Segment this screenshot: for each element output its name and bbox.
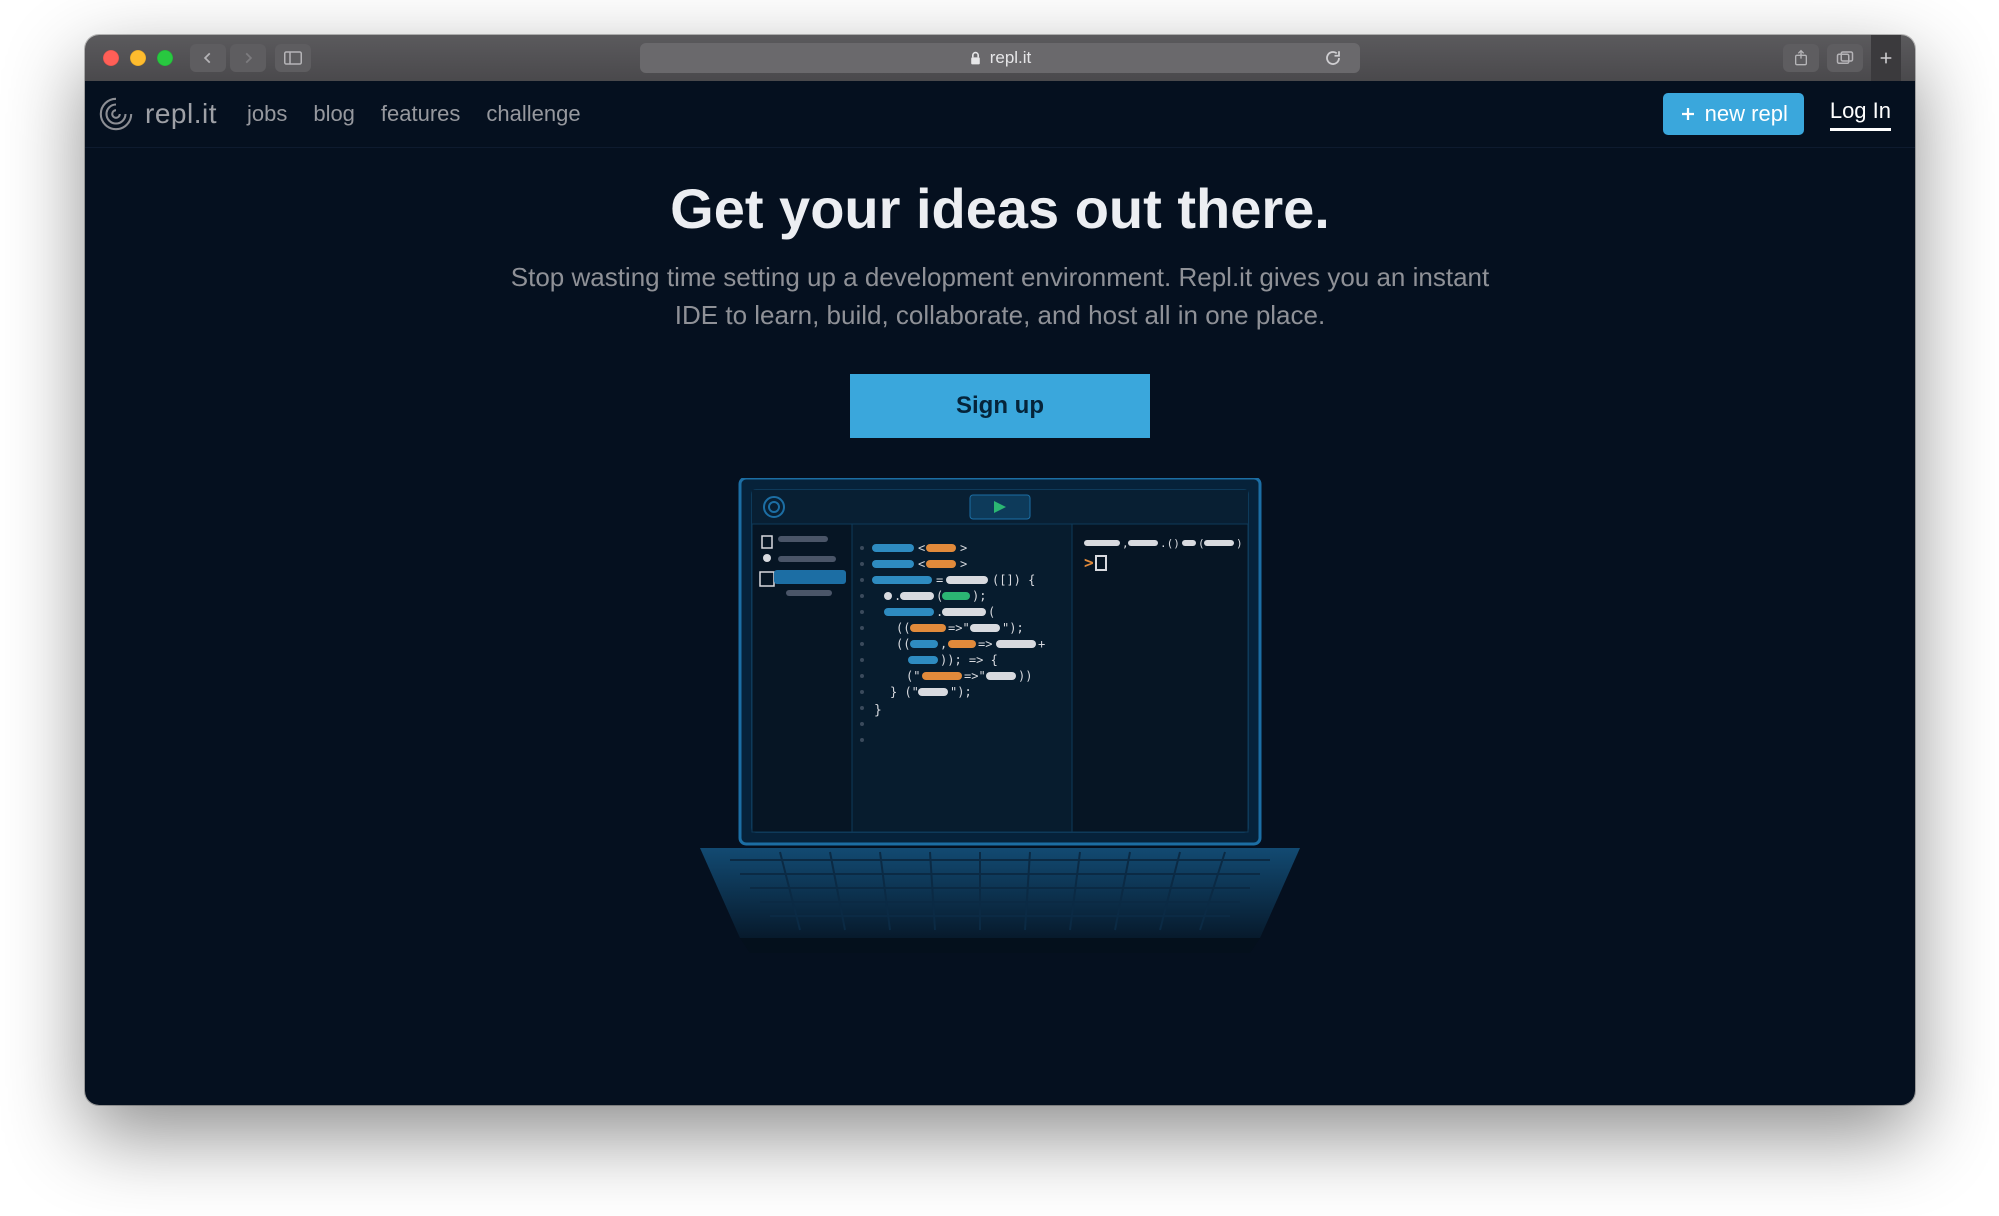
svg-text:>: > bbox=[1084, 553, 1094, 572]
browser-titlebar: repl.it bbox=[85, 35, 1915, 81]
replit-logo-icon bbox=[97, 95, 135, 133]
reload-button[interactable] bbox=[1324, 49, 1342, 67]
svg-text:=>": =>" bbox=[964, 669, 986, 683]
fullscreen-window-button[interactable] bbox=[157, 50, 173, 66]
page-content: repl.it jobs blog features challenge new… bbox=[85, 81, 1915, 1105]
login-link[interactable]: Log In bbox=[1830, 98, 1891, 131]
svg-text:.(): .() bbox=[1160, 537, 1180, 550]
brand-text: repl.it bbox=[145, 98, 217, 130]
svg-text:,: , bbox=[940, 637, 947, 651]
svg-text:} (": } (" bbox=[890, 685, 919, 699]
address-bar[interactable]: repl.it bbox=[640, 43, 1360, 73]
close-window-button[interactable] bbox=[103, 50, 119, 66]
svg-text:<: < bbox=[918, 541, 925, 555]
signup-button[interactable]: Sign up bbox=[850, 374, 1150, 438]
brand-logo[interactable]: repl.it bbox=[97, 95, 217, 133]
sidebar-toggle[interactable] bbox=[275, 44, 311, 72]
svg-text:}: } bbox=[874, 703, 882, 718]
svg-text:+: + bbox=[1038, 637, 1045, 651]
svg-text:(: ( bbox=[988, 605, 995, 619]
window-controls bbox=[103, 50, 173, 66]
safari-window: repl.it bbox=[85, 35, 1915, 1105]
svg-text:): ) bbox=[1236, 537, 1243, 550]
tabs-overview-button[interactable] bbox=[1827, 44, 1863, 72]
svg-text:=>": =>" bbox=[948, 621, 970, 635]
laptop-illustration: < > < > = ([]) { bbox=[125, 478, 1875, 958]
svg-text:,: , bbox=[1122, 537, 1129, 550]
main-nav: jobs blog features challenge bbox=[247, 101, 581, 127]
nav-arrows bbox=[190, 44, 266, 72]
svg-text:<: < bbox=[918, 557, 925, 571]
new-tab-button[interactable] bbox=[1871, 35, 1901, 81]
svg-text:);: ); bbox=[972, 589, 986, 603]
svg-text:([]) {: ([]) { bbox=[992, 573, 1035, 587]
svg-text:(": (" bbox=[906, 669, 920, 683]
svg-text:=>: => bbox=[978, 637, 992, 651]
back-button[interactable] bbox=[190, 44, 226, 72]
hero-subtitle: Stop wasting time setting up a developme… bbox=[510, 259, 1490, 334]
svg-text:>: > bbox=[960, 541, 967, 555]
svg-text:");: "); bbox=[950, 685, 972, 699]
plus-icon bbox=[1679, 105, 1697, 123]
nav-link-challenge[interactable]: challenge bbox=[486, 101, 580, 127]
svg-text:>: > bbox=[960, 557, 967, 571]
new-repl-label: new repl bbox=[1705, 101, 1788, 127]
svg-text:)): )) bbox=[1018, 669, 1032, 683]
new-repl-button[interactable]: new repl bbox=[1663, 93, 1804, 135]
svg-text:");: "); bbox=[1002, 621, 1024, 635]
nav-link-blog[interactable]: blog bbox=[313, 101, 355, 127]
svg-text:((: (( bbox=[896, 637, 910, 651]
share-button[interactable] bbox=[1783, 44, 1819, 72]
hero-title: Get your ideas out there. bbox=[125, 176, 1875, 241]
svg-text:(: ( bbox=[1198, 537, 1205, 550]
svg-text:=: = bbox=[936, 573, 943, 587]
site-header: repl.it jobs blog features challenge new… bbox=[85, 81, 1915, 148]
minimize-window-button[interactable] bbox=[130, 50, 146, 66]
url-text: repl.it bbox=[990, 48, 1032, 68]
forward-button[interactable] bbox=[230, 44, 266, 72]
toolbar-right bbox=[1783, 35, 1901, 81]
nav-link-jobs[interactable]: jobs bbox=[247, 101, 287, 127]
svg-text:((: (( bbox=[896, 621, 910, 635]
hero-section: Get your ideas out there. Stop wasting t… bbox=[85, 148, 1915, 958]
svg-text:)); => {: )); => { bbox=[940, 653, 998, 667]
nav-link-features[interactable]: features bbox=[381, 101, 461, 127]
lock-icon bbox=[969, 51, 982, 66]
